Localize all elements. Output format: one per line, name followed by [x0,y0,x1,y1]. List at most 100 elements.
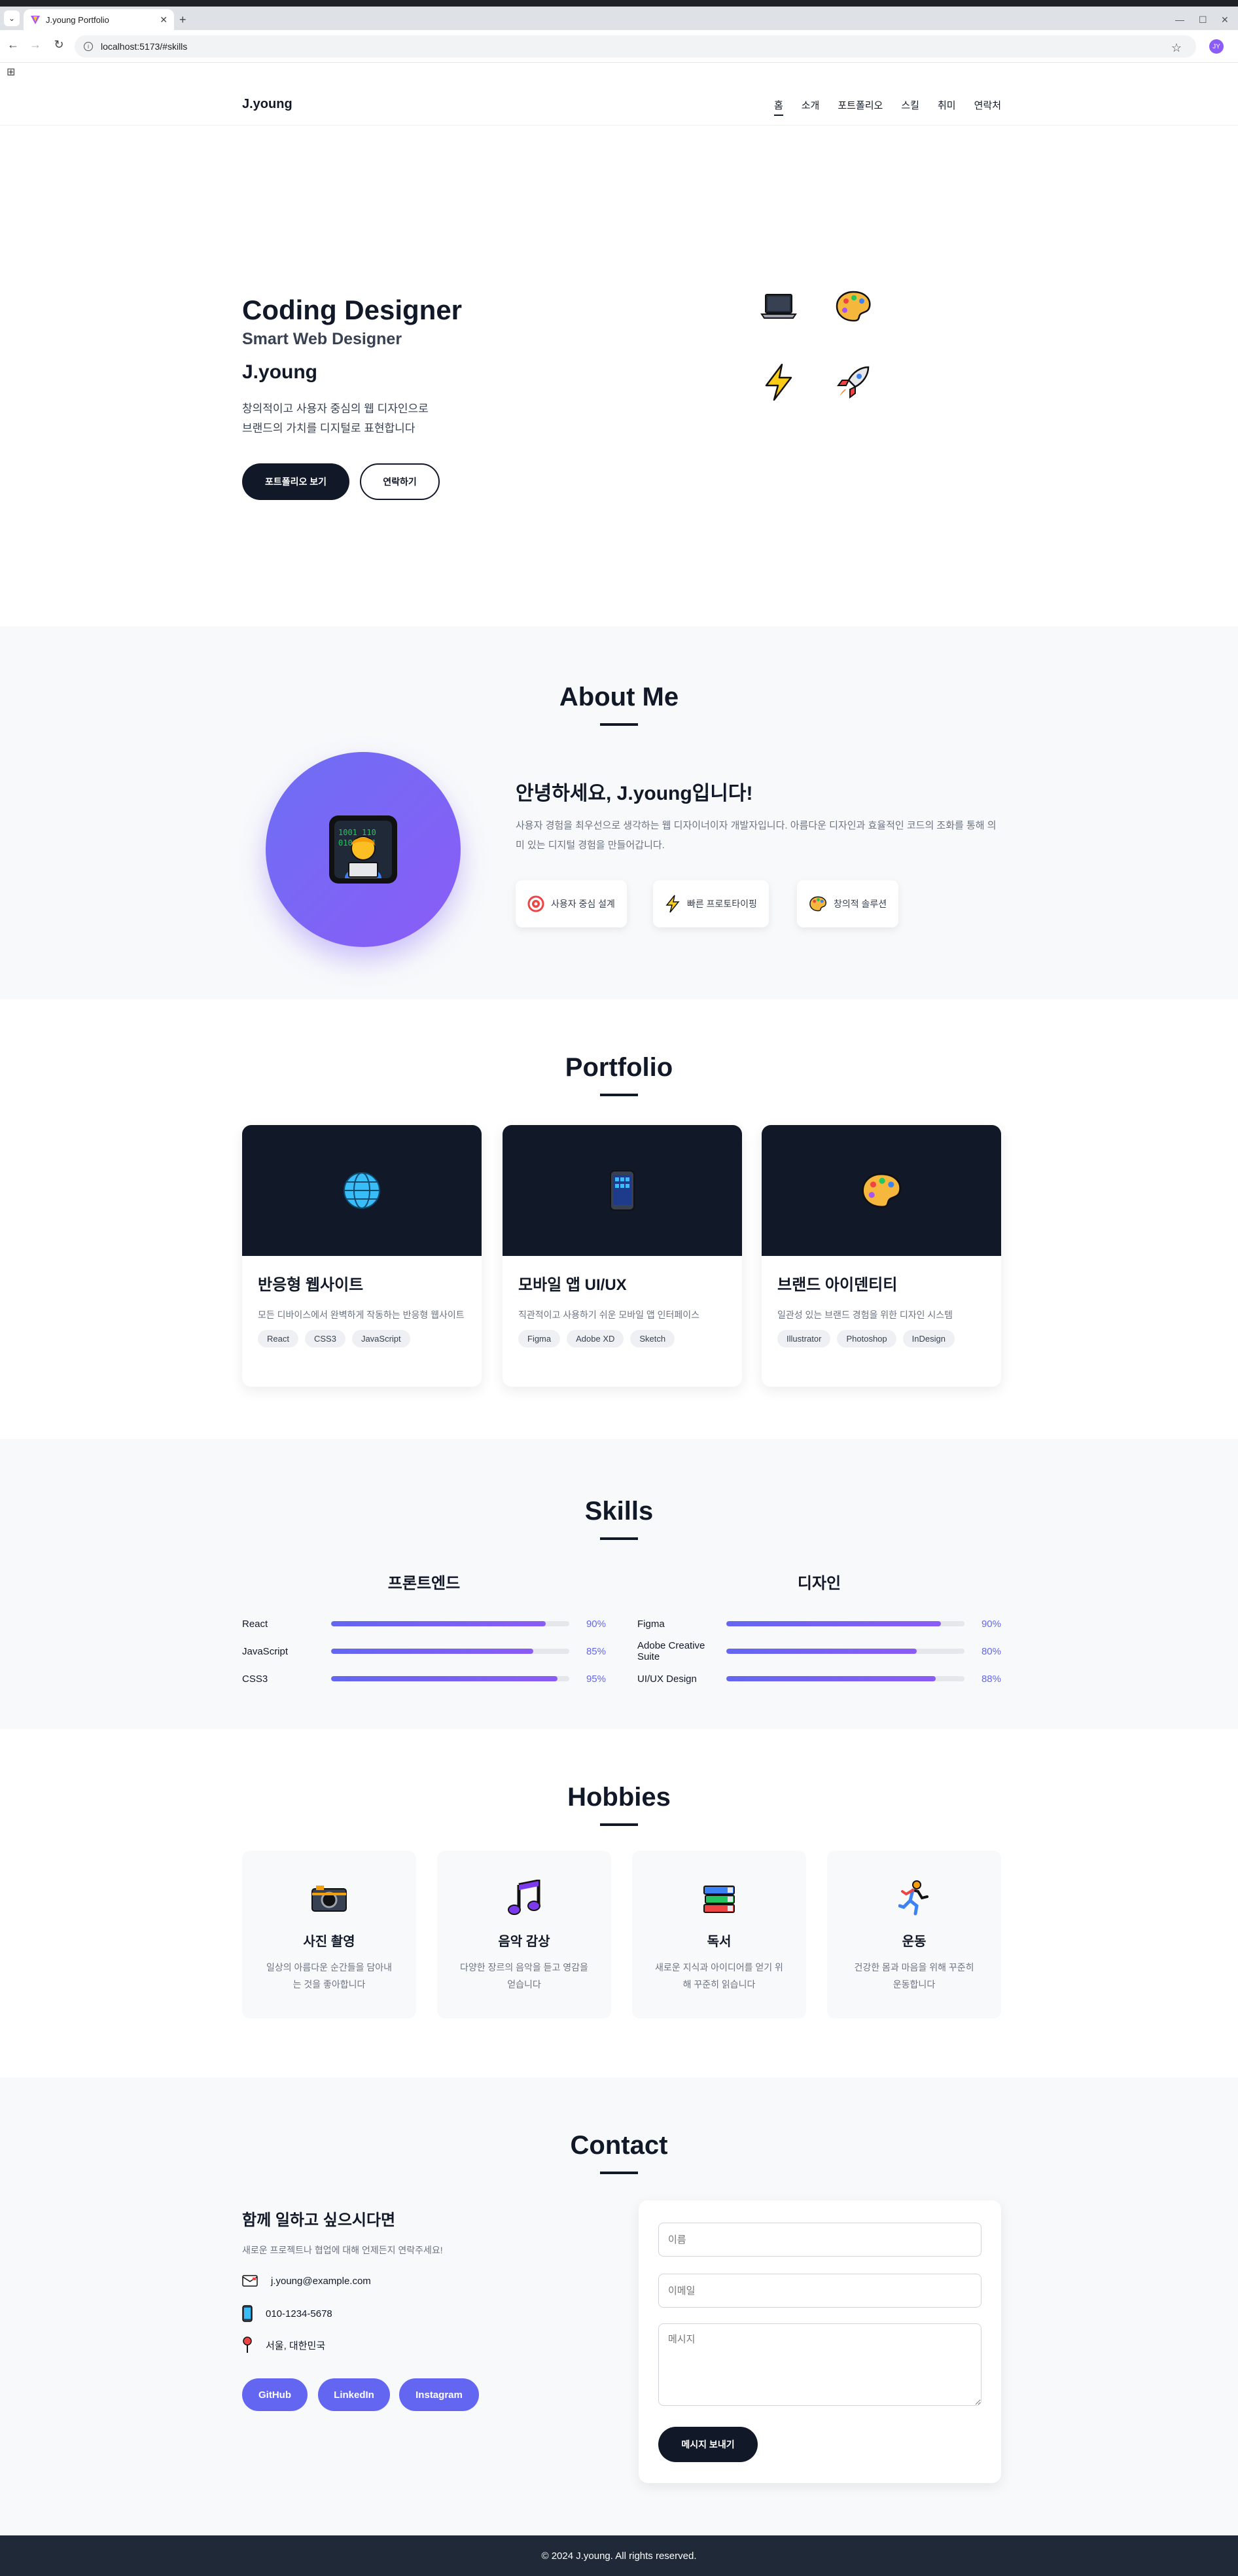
contact-location: 서울, 대한민국 [242,2336,325,2353]
hobby-card: 음악 감상 다양한 장르의 음악을 듣고 영감을 얻습니다 [437,1851,611,2018]
about-heading: 안녕하세요, J.young입니다! [516,783,753,804]
tab-search-button[interactable]: ⌄ [4,10,20,26]
skill-row: JavaScript 85% [242,1637,606,1665]
card-description: 모든 디바이스에서 완벽하게 작동하는 반응형 웹사이트 [258,1310,465,1320]
skill-percent: 85% [586,1645,606,1657]
about-section: About Me 1001 110 0101 011 안녕하세요, J.youn… [0,626,1238,999]
skill-label: React [242,1618,268,1630]
contact-description: 새로운 프로젝트나 협업에 대해 언제든지 연락주세요! [242,2245,443,2255]
portfolio-card[interactable]: 반응형 웹사이트 모든 디바이스에서 완벽하게 작동하는 반응형 웹사이트 Re… [242,1125,482,1387]
chip-creative-solution: 창의적 솔루션 [797,880,899,927]
music-note-icon [503,1877,545,1919]
lightning-icon [665,895,680,913]
profile-avatar[interactable]: JY [1209,39,1224,54]
contact-phone: 010-1234-5678 [242,2305,332,2322]
globe-icon [344,1172,380,1209]
hobby-title: 독서 [707,1935,732,1949]
contact-form: 메시지 보내기 [639,2200,1001,2483]
technologist-icon: 1001 110 0101 011 [329,815,397,884]
skill-row: Adobe Creative Suite 80% [637,1637,1001,1665]
message-field[interactable] [658,2323,982,2406]
title-underline [600,723,638,726]
apps-grid-icon[interactable]: ⊞ [7,65,15,79]
address-bar[interactable]: i localhost:5173/#skills ☆ [75,35,1196,58]
nav-item[interactable]: 소개 [802,98,820,116]
view-portfolio-button[interactable]: 포트폴리오 보기 [242,463,349,500]
hobby-card: 운동 건강한 몸과 마음을 위해 꾸준히 운동합니다 [827,1851,1001,2018]
nav-item[interactable]: 취미 [938,98,956,116]
back-icon[interactable]: ← [5,38,21,52]
card-banner [762,1125,1001,1256]
contact-title: Contact [570,2131,668,2160]
hero-name: J.young [242,361,318,383]
nav-item[interactable]: 홈 [773,98,783,116]
skill-bar [331,1649,569,1654]
about-description: 사용자 경험을 최우선으로 생각하는 웹 디자이너이자 개발자입니다. 아름다운… [516,820,997,851]
hobby-description: 다양한 장르의 음악을 듣고 영감을 얻습니다 [460,1962,588,1990]
card-banner [242,1125,482,1256]
skill-percent: 95% [586,1673,606,1685]
site-nav: J.young 홈 소개 포트폴리오 스킬 취미 연락처 [0,82,1238,126]
send-message-button[interactable]: 메시지 보내기 [658,2427,758,2462]
about-title: About Me [559,683,679,711]
maximize-icon[interactable]: ☐ [1199,14,1207,26]
skill-bar-fill [726,1621,941,1626]
running-icon [893,1877,935,1919]
bookmark-star-icon[interactable]: ☆ [1171,41,1182,55]
name-field[interactable] [658,2223,982,2257]
linkedin-button[interactable]: LinkedIn [318,2378,390,2411]
hobby-title: 사진 촬영 [303,1935,355,1949]
phone-text[interactable]: 010-1234-5678 [266,2308,332,2319]
close-window-icon[interactable]: ✕ [1221,14,1229,26]
hobbies-section: Hobbies 사진 촬영 일상의 아름다운 순간들을 담아내는 것을 좋아합니… [0,1729,1238,2077]
site-logo[interactable]: J.young [242,97,292,112]
card-tags: Illustrator Photoshop InDesign [777,1330,1001,1348]
skill-bar-fill [331,1649,534,1654]
chip-label: 사용자 중심 설계 [551,899,615,909]
email-text[interactable]: j.young@example.com [271,2276,371,2287]
nav-item[interactable]: 포트폴리오 [838,98,883,116]
title-underline [600,1823,638,1826]
skill-label: JavaScript [242,1645,289,1657]
minimize-icon[interactable]: — [1175,14,1184,25]
reload-icon[interactable]: ↻ [51,38,67,52]
nav-menu: 홈 소개 포트폴리오 스킬 취미 연락처 [773,98,1001,116]
browser-tab[interactable]: J.young Portfolio ✕ [24,9,174,30]
skill-bar-fill [726,1649,917,1654]
skill-bar-fill [331,1676,557,1681]
skill-row: UI/UX Design 88% [637,1665,1001,1692]
forward-icon[interactable]: → [27,38,43,52]
nav-item[interactable]: 스킬 [901,98,919,116]
tab-title: J.young Portfolio [46,14,109,25]
title-underline [600,1537,638,1540]
hobby-title: 음악 감상 [498,1935,550,1949]
hero-section: Coding Designer Smart Web Designer J.you… [0,126,1238,626]
url-text: localhost:5173/#skills [101,41,188,52]
tag: InDesign [902,1330,955,1348]
github-button[interactable]: GitHub [242,2378,308,2411]
skill-label: Figma [637,1618,665,1630]
portfolio-card[interactable]: 브랜드 아이덴티티 일관성 있는 브랜드 경험을 위한 디자인 시스템 Illu… [762,1125,1001,1387]
email-field[interactable] [658,2274,982,2308]
new-tab-icon[interactable]: + [179,13,186,27]
skill-group-title: 디자인 [797,1575,841,1592]
hobbies-title: Hobbies [567,1783,671,1812]
location-text: 서울, 대한민국 [266,2340,326,2352]
tag: Figma [518,1330,561,1348]
tab-close-icon[interactable]: ✕ [160,14,168,26]
site-info-icon[interactable]: i [84,42,93,51]
tab-bar: ⌄ J.young Portfolio ✕ + — ☐ ✕ [0,7,1238,30]
portfolio-card[interactable]: 모바일 앱 UI/UX 직관적이고 사용하기 쉬운 모바일 앱 인터페이스 Fi… [503,1125,742,1387]
palette-icon [809,896,826,912]
hobby-description: 일상의 아름다운 순간들을 담아내는 것을 좋아합니다 [266,1962,392,1990]
rocket-icon [832,361,874,403]
card-tags: Figma Adobe XD Sketch [518,1330,742,1348]
skill-bar [726,1649,964,1654]
hobby-description: 건강한 몸과 마음을 위해 꾸준히 운동합니다 [854,1962,974,1990]
instagram-button[interactable]: Instagram [399,2378,479,2411]
contact-button[interactable]: 연락하기 [360,463,440,500]
title-underline [600,2172,638,2174]
nav-item[interactable]: 연락처 [974,98,1001,116]
tag: React [258,1330,298,1348]
window-frame [0,0,1238,7]
